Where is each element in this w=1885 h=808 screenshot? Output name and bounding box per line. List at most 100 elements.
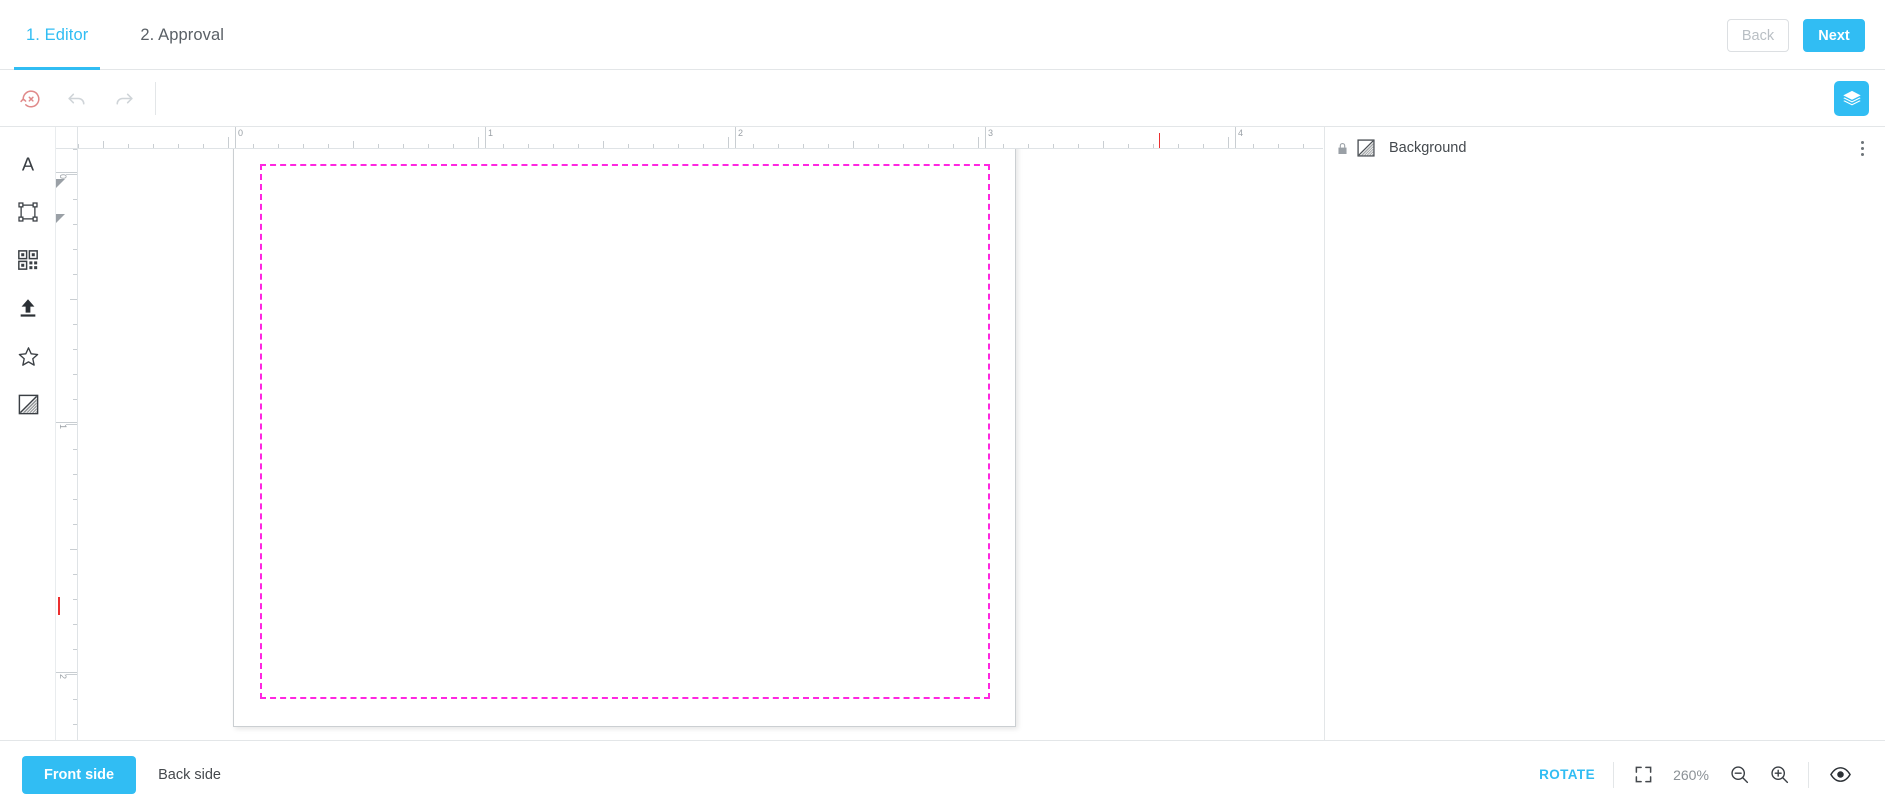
sidebar-item-shape-tool[interactable] [0, 188, 56, 236]
ruler-tick [1003, 144, 1004, 148]
zoom-out-button[interactable] [1726, 762, 1752, 788]
rotate-button[interactable]: ROTATE [1521, 767, 1613, 782]
ruler-corner [56, 127, 78, 149]
sidebar-item-text-tool[interactable]: A [0, 140, 56, 188]
fit-to-screen-button[interactable] [1630, 762, 1656, 788]
ruler-tick [1153, 144, 1154, 148]
ruler-tick [203, 144, 204, 148]
ruler-tick [1203, 144, 1204, 148]
ruler-tick [578, 144, 579, 148]
tab-list: 1. Editor 2. Approval [0, 0, 250, 70]
ruler-tick [70, 549, 77, 550]
sidebar-item-clipart-tool[interactable] [0, 332, 56, 380]
ruler-tick [528, 144, 529, 148]
design-page-front[interactable] [233, 149, 1016, 727]
back-button[interactable]: Back [1727, 19, 1789, 52]
ruler-tick [1253, 144, 1254, 148]
preview-button[interactable] [1827, 762, 1853, 788]
layer-menu-button[interactable] [1852, 135, 1872, 161]
toolbar-separator [155, 82, 156, 115]
ruler-major-tick [485, 127, 486, 148]
ruler-tick [978, 137, 979, 148]
undo-button[interactable] [64, 86, 90, 112]
bounding-box-icon [18, 202, 38, 222]
ruler-label-h: 0 [238, 128, 244, 138]
sidebar-item-upload-tool[interactable] [0, 284, 56, 332]
tab-approval[interactable]: 2. Approval [114, 0, 250, 70]
ruler-tick [73, 574, 77, 575]
rotate-label: ROTATE [1539, 767, 1595, 782]
svg-text:A: A [22, 153, 35, 174]
ruler-tick [128, 144, 129, 148]
tab-approval-label: 2. Approval [140, 25, 225, 44]
ruler-tick [78, 144, 79, 148]
tab-editor-label: 1. Editor [26, 25, 89, 44]
layers-panel: Background [1324, 127, 1885, 740]
ruler-tick [603, 141, 604, 148]
ruler-tick [878, 144, 879, 148]
layer-thumbnail [1355, 137, 1377, 159]
sidebar-item-background-tool[interactable] [0, 380, 56, 428]
kebab-menu-icon [1860, 152, 1864, 156]
ruler-tick [553, 144, 554, 148]
layers-stack-icon [1842, 90, 1861, 105]
undo-icon [67, 93, 85, 105]
design-canvas-area[interactable] [78, 149, 1323, 740]
layer-name-label: Background [1389, 140, 1467, 156]
top-tab-bar: 1. Editor 2. Approval Back Next [0, 0, 1885, 70]
ruler-tick [853, 141, 854, 148]
layer-lock-button[interactable] [1333, 142, 1351, 155]
tool-sidebar: A [0, 127, 56, 740]
ruler-tick [103, 141, 104, 148]
ruler-tick [928, 144, 929, 148]
ruler-tick [1053, 144, 1054, 148]
zoom-controls: 260% [1614, 762, 1808, 788]
zoom-in-button[interactable] [1766, 762, 1792, 788]
ruler-label-h: 3 [988, 128, 994, 138]
ruler-major-tick [56, 422, 77, 423]
ruler-tick [378, 144, 379, 148]
ruler-tick [353, 141, 354, 148]
ruler-tick [653, 144, 654, 148]
ruler-tick [73, 149, 77, 150]
ruler-tick [678, 144, 679, 148]
ruler-tick [178, 144, 179, 148]
ruler-tick [903, 144, 904, 148]
ruler-tick [503, 144, 504, 148]
ruler-major-tick [235, 127, 236, 148]
ruler-tick [803, 144, 804, 148]
redo-button[interactable] [110, 86, 136, 112]
wizard-nav-buttons: Back Next [1727, 19, 1865, 52]
front-side-button[interactable]: Front side [22, 755, 137, 794]
ruler-guide-handle[interactable] [56, 214, 65, 223]
sidebar-item-qrcode-tool[interactable] [0, 236, 56, 284]
ruler-tick [73, 349, 77, 350]
layers-panel-toggle-button[interactable] [1834, 81, 1869, 116]
reset-all-button[interactable] [18, 86, 44, 112]
front-side-label: Front side [44, 766, 115, 783]
next-button[interactable]: Next [1803, 19, 1865, 52]
letter-a-icon: A [22, 153, 35, 174]
ruler-tick [1103, 141, 1104, 148]
ruler-guide-handle[interactable] [56, 179, 65, 188]
image-placeholder-icon [1357, 139, 1375, 157]
ruler-tick [73, 599, 77, 600]
editor-toolbar [0, 70, 1885, 127]
qr-code-icon [18, 250, 38, 270]
ruler-label-v: 2 [58, 674, 68, 680]
history-controls [18, 70, 136, 127]
ruler-tick [303, 144, 304, 148]
horizontal-ruler[interactable]: 0 1 2 3 4 [78, 127, 1323, 149]
tab-editor[interactable]: 1. Editor [0, 0, 114, 70]
ruler-tick [73, 374, 77, 375]
back-side-button[interactable]: Back side [136, 756, 243, 794]
ruler-tick [228, 137, 229, 148]
ruler-major-tick [56, 672, 77, 673]
ruler-tick [403, 144, 404, 148]
ruler-tick [153, 144, 154, 148]
vertical-ruler[interactable]: 012 [56, 149, 78, 740]
ruler-tick [1278, 144, 1279, 148]
ruler-tick [73, 199, 77, 200]
layer-row-background[interactable]: Background [1325, 127, 1885, 169]
lock-closed-icon [1337, 142, 1347, 154]
